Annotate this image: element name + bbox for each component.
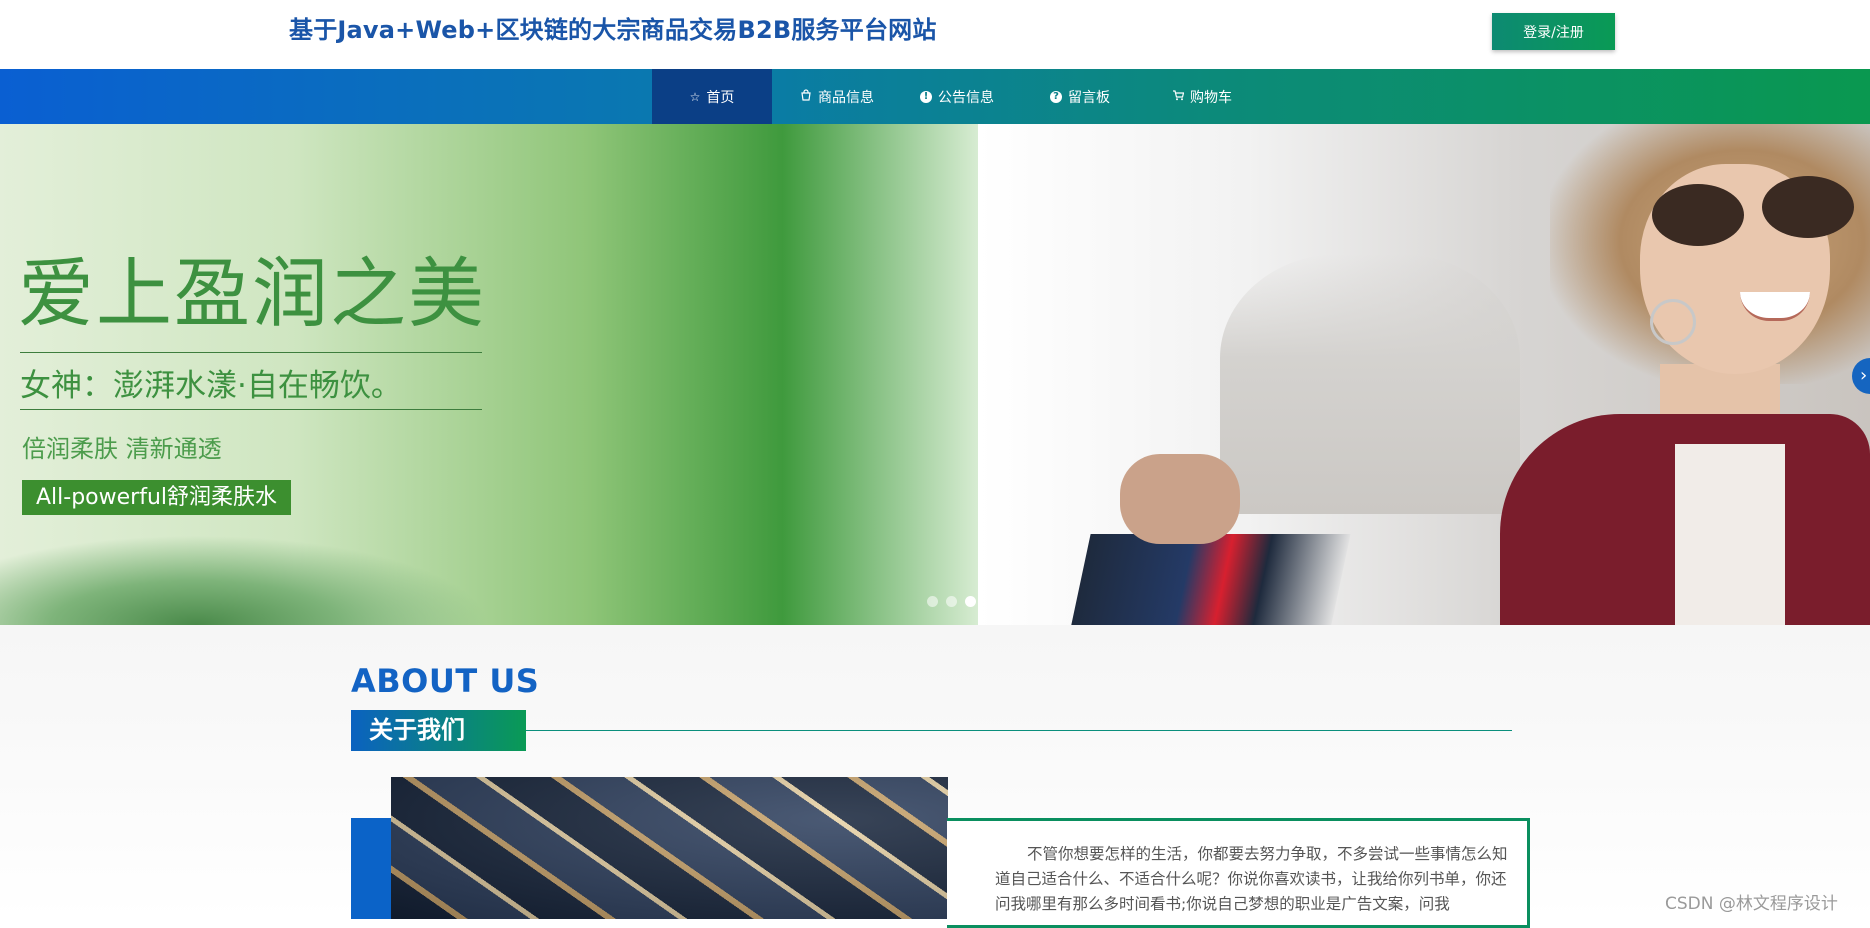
banner-carousel[interactable]: 爱上盈润之美 女神：澎湃水漾·自在畅饮。 倍润柔肤 清新通透 All-power… (0, 124, 1870, 625)
section-divider (526, 730, 1512, 731)
promo-slide: 爱上盈润之美 女神：澎湃水漾·自在畅饮。 倍润柔肤 清新通透 All-power… (0, 124, 978, 625)
info-icon: ! (920, 90, 932, 103)
nav-item-message-board[interactable]: ? 留言板 (1030, 69, 1130, 124)
banner-subline-2: 倍润柔肤 清新通透 (22, 435, 222, 463)
nav-item-label: 商品信息 (818, 89, 874, 106)
banner-subline: 女神：澎湃水漾·自在畅饮。 (20, 368, 402, 404)
nav-item-label: 首页 (706, 89, 735, 106)
about-title-cn: 关于我们 (351, 710, 526, 751)
divider (20, 409, 482, 410)
question-icon: ? (1050, 90, 1062, 103)
nav-item-cart[interactable]: 购物车 (1152, 69, 1252, 124)
woman-photo-shirt (1675, 444, 1785, 625)
shopping-bag-image (1069, 534, 1351, 625)
woman-photo-hand (1120, 454, 1240, 544)
star-icon: ☆ (689, 89, 701, 104)
carousel-dot-1[interactable] (927, 596, 938, 607)
earring-image (1650, 299, 1696, 345)
water-splash-image (0, 535, 490, 625)
about-image (391, 777, 948, 919)
nav-item-label: 购物车 (1190, 89, 1232, 106)
nav-item-label: 公告信息 (938, 89, 994, 106)
sunglasses-image (1762, 176, 1854, 238)
carousel-dots (927, 596, 976, 607)
banner-tagline: All-powerful舒润柔肤水 (22, 480, 292, 515)
banner-slogan: 爱上盈润之美 (18, 249, 486, 338)
nav-item-home[interactable]: ☆ 首页 (652, 69, 772, 124)
login-register-button[interactable]: 登录/注册 (1492, 13, 1615, 50)
carousel-dot-3[interactable] (965, 596, 976, 607)
nav-item-products[interactable]: 商品信息 (782, 69, 892, 124)
about-title-en: ABOUT US (351, 662, 540, 700)
bag-icon (800, 89, 812, 104)
main-nav: ☆ 首页 商品信息 ! 公告信息 ? 留言板 购物车 (0, 69, 1870, 124)
cart-icon (1172, 89, 1185, 104)
sunglasses-image (1652, 184, 1744, 246)
carousel-dot-2[interactable] (946, 596, 957, 607)
site-title[interactable]: 基于Java+Web+区块链的大宗商品交易B2B服务平台网站 (289, 10, 937, 45)
watermark: CSDN @林文程序设计 (1665, 894, 1838, 914)
divider (20, 352, 482, 353)
background-building-image (1220, 254, 1520, 514)
site-header: 基于Java+Web+区块链的大宗商品交易B2B服务平台网站 登录/注册 (0, 0, 1870, 69)
about-paragraph: 不管你想要怎样的生活，你都要去努力争取，不多尝试一些事情怎么知道自己适合什么、不… (995, 845, 1508, 913)
nav-item-announcements[interactable]: ! 公告信息 (902, 69, 1012, 124)
about-image-shade (391, 777, 948, 919)
nav-item-label: 留言板 (1068, 89, 1110, 106)
